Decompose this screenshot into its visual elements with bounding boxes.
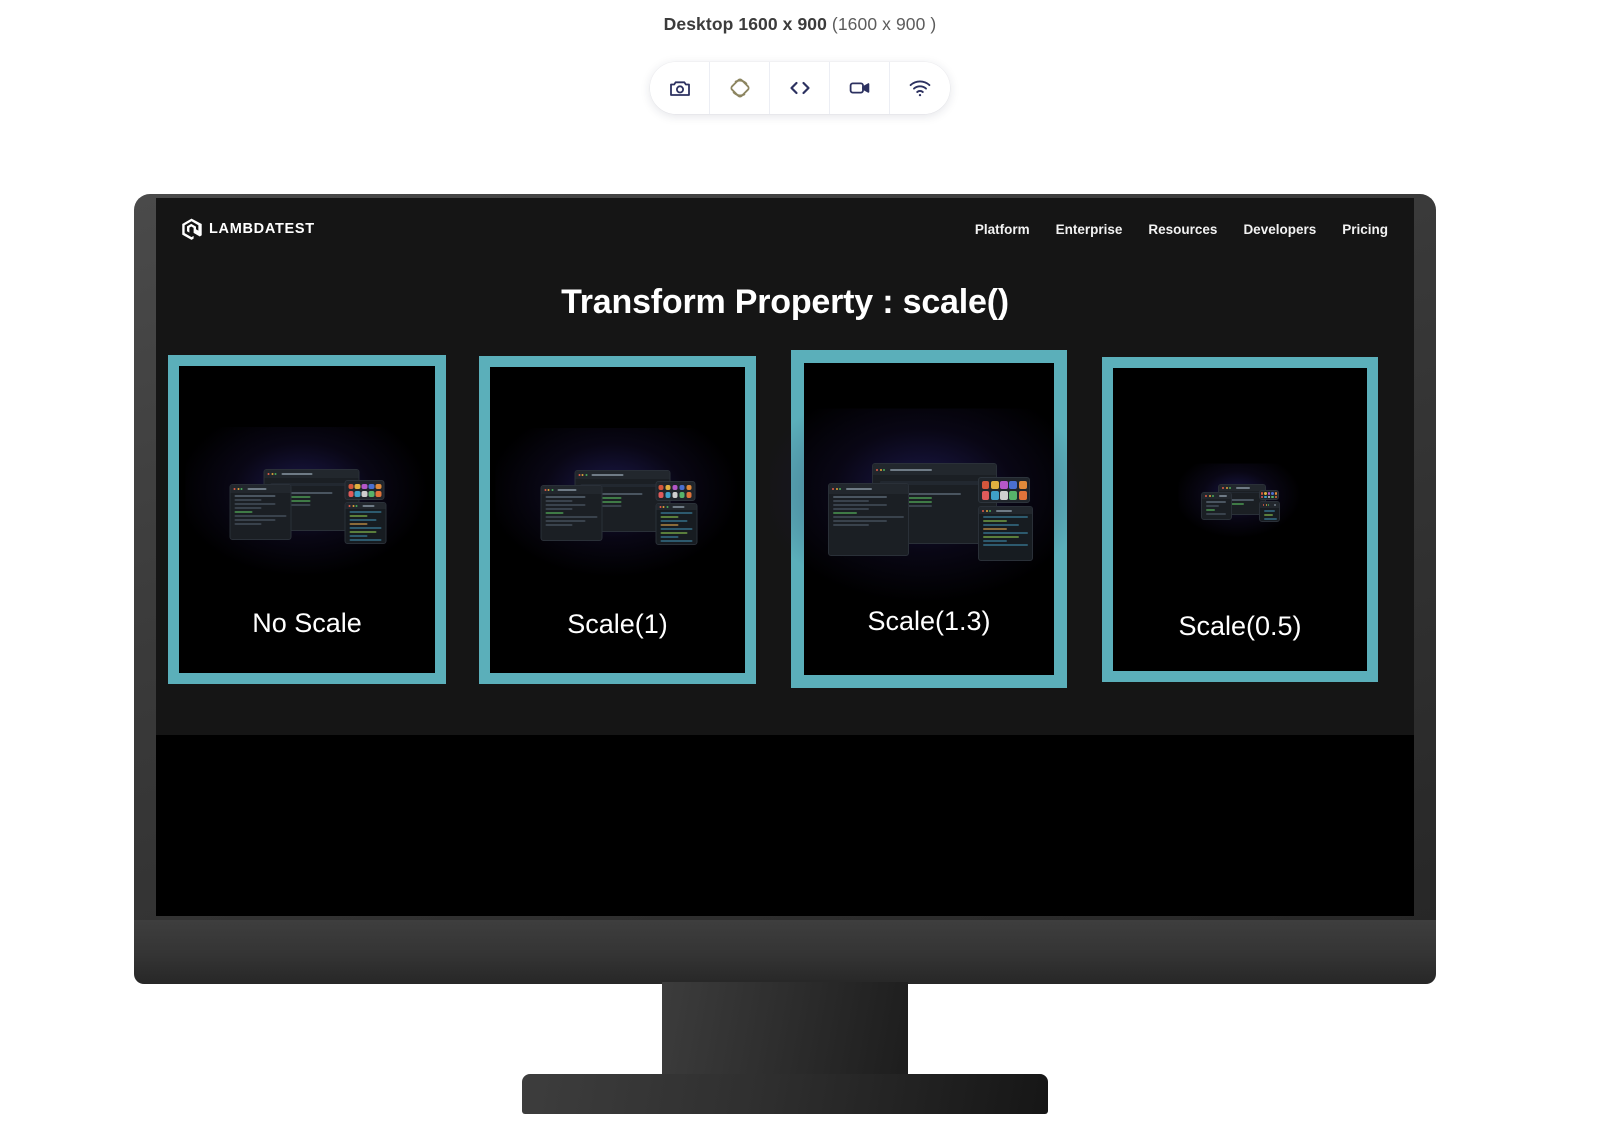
scale-card-no-scale[interactable]: No Scale bbox=[168, 355, 446, 684]
nav-item-platform[interactable]: Platform bbox=[975, 222, 1030, 237]
page-title: Transform Property : scale() bbox=[561, 283, 1009, 321]
device-toolbar bbox=[650, 62, 950, 114]
yaml-code-window bbox=[655, 503, 697, 545]
brand-logo[interactable]: LAMBDATEST bbox=[181, 218, 315, 240]
device-resolution: (1600 x 900 ) bbox=[831, 14, 937, 34]
nav-item-enterprise[interactable]: Enterprise bbox=[1056, 222, 1123, 237]
scale-demo-cards: No Scale Scale(1) Scale(1.3) Scale(0.5) bbox=[156, 346, 1414, 688]
scale-card-label: Scale(0.5) bbox=[1178, 611, 1302, 641]
wifi-icon bbox=[908, 76, 932, 100]
device-caption: Desktop 1600 x 900 (1600 x 900 ) bbox=[0, 0, 1600, 35]
code-icon bbox=[787, 76, 813, 100]
scale-card-label: No Scale bbox=[252, 608, 362, 638]
monitor-neck bbox=[662, 982, 908, 1082]
brand-name: LAMBDATEST bbox=[209, 221, 315, 237]
device-label: Desktop 1600 x 900 bbox=[663, 14, 827, 34]
nav-item-resources[interactable]: Resources bbox=[1148, 222, 1217, 237]
screenshot-button[interactable] bbox=[650, 62, 710, 114]
camera-icon bbox=[668, 76, 692, 100]
yaml-code-window bbox=[1259, 501, 1280, 522]
monitor-chin bbox=[134, 920, 1436, 984]
browser-grid-window bbox=[344, 480, 385, 500]
browser-grid-window bbox=[655, 481, 695, 501]
terminal-window bbox=[540, 485, 602, 541]
card-thumbnail bbox=[495, 428, 740, 578]
browser-grid-window bbox=[1259, 490, 1279, 500]
toolbar-container bbox=[0, 62, 1600, 114]
site-nav: Platform Enterprise Resources Developers… bbox=[975, 222, 1388, 237]
scale-card-scale-1-3[interactable]: Scale(1.3) bbox=[770, 350, 1088, 688]
lambdatest-logo-icon bbox=[181, 218, 202, 240]
nav-item-developers[interactable]: Developers bbox=[1243, 222, 1316, 237]
card-thumbnail bbox=[184, 427, 430, 577]
terminal-window bbox=[1201, 492, 1232, 520]
screen-rotation-icon bbox=[728, 76, 752, 100]
card-thumbnail bbox=[1178, 463, 1302, 539]
yaml-code-window bbox=[978, 506, 1033, 561]
scale-card-scale-1[interactable]: Scale(1) bbox=[479, 356, 756, 684]
screen-empty-area bbox=[156, 735, 1414, 916]
website-viewport: LAMBDATEST Platform Enterprise Resources… bbox=[156, 198, 1414, 735]
scale-card-scale-0-5[interactable]: Scale(0.5) bbox=[1102, 357, 1378, 682]
scale-card-label: Scale(1) bbox=[567, 609, 668, 639]
record-video-button[interactable] bbox=[830, 62, 890, 114]
rotate-button[interactable] bbox=[710, 62, 770, 114]
card-thumbnail bbox=[770, 408, 1088, 604]
video-icon bbox=[848, 76, 872, 100]
terminal-window bbox=[828, 483, 909, 556]
browser-grid-window bbox=[978, 477, 1030, 503]
site-header: LAMBDATEST Platform Enterprise Resources… bbox=[156, 198, 1414, 260]
monitor: LAMBDATEST Platform Enterprise Resources… bbox=[0, 176, 1600, 1138]
yaml-code-window bbox=[344, 502, 387, 544]
terminal-window bbox=[229, 484, 292, 540]
network-button[interactable] bbox=[890, 62, 950, 114]
inspect-code-button[interactable] bbox=[770, 62, 830, 114]
monitor-screen: LAMBDATEST Platform Enterprise Resources… bbox=[156, 198, 1414, 916]
scale-card-label: Scale(1.3) bbox=[867, 606, 991, 636]
nav-item-pricing[interactable]: Pricing bbox=[1342, 222, 1388, 237]
monitor-base bbox=[522, 1074, 1048, 1114]
